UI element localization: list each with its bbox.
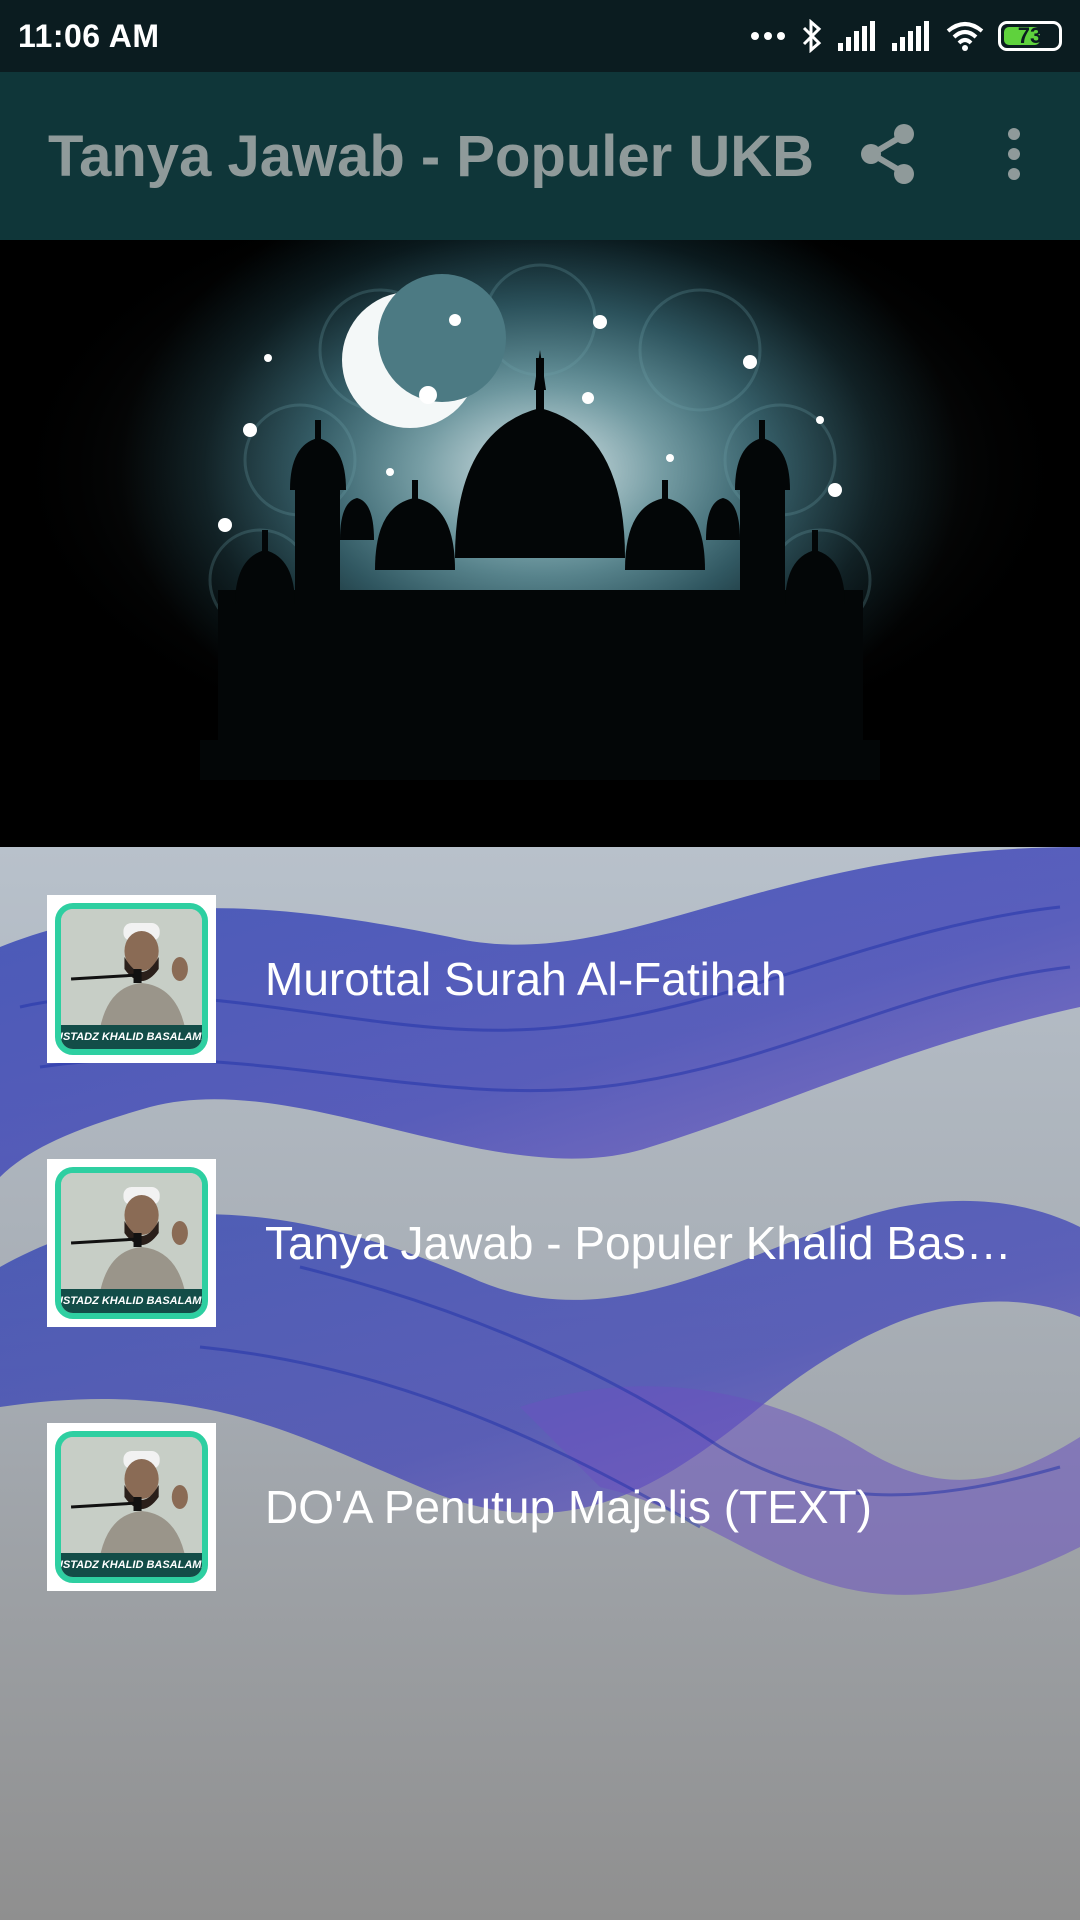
list-item[interactable]: USTADZ KHALID BASALAMAH Tanya Jawab - Po… bbox=[0, 1159, 1080, 1327]
wifi-icon bbox=[946, 21, 984, 51]
list-item[interactable]: USTADZ KHALID BASALAMAH Murottal Surah A… bbox=[0, 895, 1080, 1063]
item-thumbnail: USTADZ KHALID BASALAMAH bbox=[47, 1159, 216, 1327]
banner-image bbox=[0, 240, 1080, 847]
status-icons: 73 bbox=[750, 19, 1062, 53]
mosque-night-crescent-image bbox=[0, 240, 1080, 847]
battery-icon: 73 bbox=[998, 21, 1062, 51]
status-bar: 11:06 AM 73 bbox=[0, 0, 1080, 72]
signal-icon bbox=[838, 21, 878, 51]
share-button[interactable] bbox=[840, 108, 936, 204]
list-item-label: Tanya Jawab - Populer Khalid Basalamah bbox=[265, 1217, 1020, 1269]
bluetooth-icon bbox=[800, 19, 824, 53]
signal-icon bbox=[892, 21, 932, 51]
battery-level: 73 bbox=[1017, 23, 1043, 48]
thumbnail-caption: USTADZ KHALID BASALAMAH bbox=[61, 1025, 202, 1049]
more-options-button[interactable] bbox=[966, 108, 1062, 204]
item-thumbnail: USTADZ KHALID BASALAMAH bbox=[47, 895, 216, 1063]
app-title: Tanya Jawab - Populer UKB bbox=[48, 123, 814, 189]
list-item-label: Murottal Surah Al-Fatihah bbox=[265, 953, 787, 1005]
list-item-label: DO'A Penutup Majelis (TEXT) bbox=[265, 1481, 872, 1533]
app-bar: Tanya Jawab - Populer UKB bbox=[0, 72, 1080, 240]
thumbnail-caption: USTADZ KHALID BASALAMAH bbox=[61, 1553, 202, 1577]
list-item[interactable]: USTADZ KHALID BASALAMAH DO'A Penutup Maj… bbox=[0, 1423, 1080, 1591]
thumbnail-caption: USTADZ KHALID BASALAMAH bbox=[61, 1289, 202, 1313]
more-vert-icon bbox=[1006, 127, 1022, 185]
item-thumbnail: USTADZ KHALID BASALAMAH bbox=[47, 1423, 216, 1591]
battery-indicator: 73 bbox=[998, 21, 1062, 51]
share-icon bbox=[858, 123, 918, 190]
more-dots-icon bbox=[750, 30, 786, 42]
app-actions bbox=[840, 108, 1080, 204]
content-list-area: USTADZ KHALID BASALAMAH Murottal Surah A… bbox=[0, 847, 1080, 1920]
status-time: 11:06 AM bbox=[18, 17, 160, 54]
